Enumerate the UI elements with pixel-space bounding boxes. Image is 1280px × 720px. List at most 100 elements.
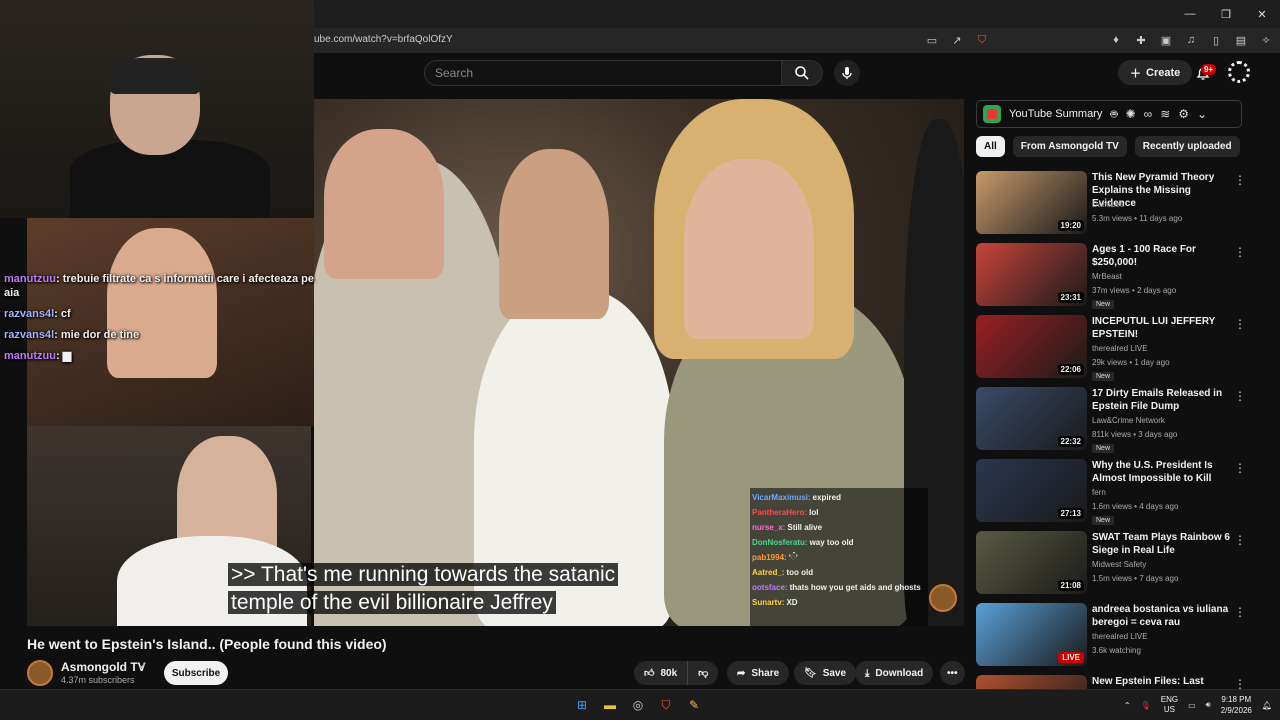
video-thumbnail[interactable]: LIVE [976, 603, 1087, 666]
wallet-icon[interactable]: ▤ [1233, 32, 1249, 48]
download-button[interactable]: ⤓ Download [855, 661, 934, 685]
voice-search-button[interactable] [834, 60, 860, 86]
overlay-chat-text: XD [786, 598, 798, 607]
channel-name[interactable]: Asmongold TV [61, 660, 146, 674]
minimize-button[interactable]: — [1172, 0, 1208, 28]
url-text[interactable]: ube.com/watch?v=brfaQolOfzY [314, 34, 453, 45]
notifications-tray-icon[interactable]: 🔔︎ [1262, 701, 1272, 710]
overlay-chat-username: VicarMaximusi: [752, 493, 811, 502]
volume-icon[interactable]: 🔊︎ [1206, 700, 1211, 710]
more-vertical-icon[interactable]: ⋮ [1234, 461, 1246, 475]
more-actions-button[interactable]: ••• [940, 661, 965, 685]
close-window-button[interactable]: ✕ [1244, 0, 1280, 28]
video-thumbnail[interactable]: 23:31 [976, 243, 1087, 306]
clock-time: 9:18 PM [1221, 695, 1252, 704]
file-explorer-icon[interactable]: ▬ [600, 695, 620, 715]
chip-all[interactable]: All [976, 136, 1005, 157]
search-input[interactable] [435, 66, 781, 80]
recommended-channel[interactable]: Midwest Safety [1092, 560, 1146, 569]
account-avatar[interactable] [1228, 61, 1250, 83]
chip-from-channel[interactable]: From Asmongold TV [1012, 136, 1127, 157]
music-icon[interactable]: ♫ [1183, 32, 1199, 48]
channel-avatar[interactable] [27, 660, 53, 686]
region-code: US [1163, 705, 1175, 714]
recommended-video[interactable]: 21:08 SWAT Team Plays Rainbow 6 Siege in … [976, 531, 1266, 595]
clock[interactable]: 9:18 PM 2/9/2026 [1221, 694, 1252, 716]
settings-icon[interactable]: ⚙ [1178, 107, 1189, 121]
address-icons: ▭ ↗ ⛉ [924, 32, 990, 48]
overlay-chat-message: Sunartv: XD [752, 595, 926, 610]
overlay-chat-message: nurse_x: Still alive [752, 520, 926, 535]
more-vertical-icon[interactable]: ⋮ [1234, 173, 1246, 187]
save-button[interactable]: 🔖︎ Save [794, 661, 857, 685]
duration-badge: 22:32 [1057, 436, 1084, 447]
recommended-channel[interactable]: therealred LIVE [1092, 632, 1148, 641]
windows-start-icon[interactable]: ⊞ [572, 695, 592, 715]
chip-recently-uploaded[interactable]: Recently uploaded [1134, 136, 1240, 157]
create-button[interactable]: ＋ Create [1118, 60, 1193, 85]
video-thumbnail[interactable]: 19:20 [976, 171, 1087, 234]
more-vertical-icon[interactable]: ⋮ [1234, 605, 1246, 619]
maximize-button[interactable]: ❐ [1208, 0, 1244, 28]
video-thumbnail[interactable]: 22:06 [976, 315, 1087, 378]
video-thumbnail[interactable]: 27:13 [976, 459, 1087, 522]
recommended-video[interactable]: LIVE andreea bostanica vs iuliana beregoi… [976, 603, 1266, 667]
language-indicator[interactable]: ENG US [1161, 695, 1178, 715]
recommended-video[interactable]: 19:20 This New Pyramid Theory Explains th… [976, 171, 1266, 235]
clock-date: 2/9/2026 [1220, 706, 1252, 715]
recommended-title: andreea bostanica vs iuliana beregoi = c… [1092, 604, 1229, 628]
video-thumbnail[interactable]: 21:08 [976, 531, 1087, 594]
obs-icon[interactable]: ◎ [628, 695, 648, 715]
recommended-title: Ages 1 - 100 Race For $250,000! [1092, 244, 1196, 268]
like-button[interactable]: 👍︎ 80k [634, 661, 689, 685]
puzzle-icon[interactable]: ✚ [1133, 32, 1149, 48]
new-badge: New [1092, 372, 1115, 381]
app-icon[interactable]: ✎ [684, 695, 704, 715]
robot-icon[interactable]: 🤖︎ [1110, 106, 1117, 123]
sidebar-icon[interactable]: ▯ [1208, 32, 1224, 48]
openai-icon[interactable]: ✺ [1126, 107, 1136, 121]
recommended-title: Why the U.S. President Is Almost Impossi… [1092, 460, 1213, 484]
video-subtitles: >> That's me running towards the satanic… [228, 561, 664, 617]
share-button[interactable]: ➦ Share [727, 661, 790, 685]
chat-message: manutzuu: trebuie filtrate ca s informat… [4, 273, 314, 299]
tray-chevron-icon[interactable]: ⌃ [1124, 701, 1131, 710]
chevron-down-icon[interactable]: ⌄ [1197, 107, 1207, 121]
subscribe-button[interactable]: Subscribe [164, 661, 228, 685]
dislike-button[interactable]: 👎︎ [688, 661, 719, 685]
waveform-icon[interactable]: ≋ [1160, 107, 1170, 121]
save-group: 🔖︎ Save [794, 661, 857, 685]
recommended-video[interactable]: 22:32 17 Dirty Emails Released in Epstein… [976, 387, 1266, 453]
recommended-channel[interactable]: Law&Crime Network [1092, 416, 1165, 425]
brave-shield-icon[interactable]: ⛉ [974, 32, 990, 48]
more-vertical-icon[interactable]: ⋮ [1234, 389, 1246, 403]
recommended-video[interactable]: 22:06 INCEPUTUL LUI JEFFERY EPSTEIN! there… [976, 315, 1266, 381]
youtube-summary-bar[interactable]: YouTube Summary 🤖︎ ✺ ∞ ≋ ⚙ ⌄ [976, 100, 1242, 128]
download-icon: ⤓ [865, 667, 870, 679]
filter-chips: All From Asmongold TV Recently uploaded [976, 136, 1240, 157]
search-button[interactable] [781, 60, 823, 86]
leo-ai-icon[interactable]: ✧ [1258, 32, 1274, 48]
video-thumbnail[interactable]: 22:32 [976, 387, 1087, 450]
more-vertical-icon[interactable]: ⋮ [1234, 533, 1246, 547]
glasses-icon[interactable]: ∞ [1144, 107, 1153, 121]
share-icon[interactable]: ↗ [949, 32, 965, 48]
more-vertical-icon[interactable]: ⋮ [1234, 317, 1246, 331]
recommended-channel[interactable]: MrBeast [1092, 272, 1122, 281]
brave-browser-icon[interactable]: ⛉ [656, 695, 676, 715]
duration-badge: 21:08 [1057, 580, 1084, 591]
extension-icon[interactable]: ♦ [1108, 32, 1124, 48]
recommended-channel[interactable]: fern [1092, 488, 1106, 497]
network-icon[interactable]: ▭ [1188, 701, 1196, 710]
extension-box-icon[interactable]: ▣ [1158, 32, 1174, 48]
recommended-channel[interactable]: DamiLee [1092, 200, 1124, 209]
cast-icon[interactable]: ▭ [924, 32, 940, 48]
mic-tray-icon[interactable]: 🎙︎ [1141, 701, 1151, 710]
more-vertical-icon[interactable]: ⋮ [1234, 245, 1246, 259]
recommended-channel[interactable]: therealred LIVE [1092, 344, 1148, 353]
recommended-video[interactable]: 23:31 Ages 1 - 100 Race For $250,000! MrBe… [976, 243, 1266, 309]
system-tray: ⌃ 🎙︎ ENG US ▭ 🔊︎ 9:18 PM 2/9/2026 🔔︎ [1124, 694, 1272, 716]
search-box[interactable] [424, 60, 782, 86]
recommended-video[interactable]: 27:13 Why the U.S. President Is Almost Im… [976, 459, 1266, 525]
recommended-meta: 1.6m views • 4 days ago [1092, 502, 1179, 511]
